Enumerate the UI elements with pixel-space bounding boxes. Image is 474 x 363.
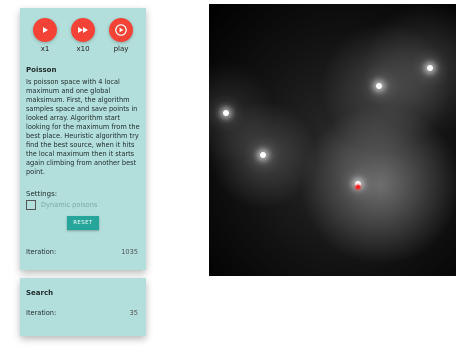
play-icon xyxy=(33,18,57,42)
search-panel: Search Iteration: 35 xyxy=(20,278,146,336)
step-x10-label: x10 xyxy=(76,45,90,53)
iteration-value: 1035 xyxy=(121,248,138,256)
step-x1-button[interactable]: x1 xyxy=(25,18,65,53)
search-iteration-value: 35 xyxy=(129,309,138,317)
dynamic-poisons-label[interactable]: Dynamic poisons xyxy=(41,201,97,209)
search-iteration-label: Iteration: xyxy=(26,309,57,317)
local-maximum-peak xyxy=(427,64,434,71)
settings-label: Settings: xyxy=(26,190,58,198)
algorithm-description: Is poisson space with 4 local maximum an… xyxy=(26,78,140,176)
poisson-space-canvas[interactable] xyxy=(209,4,456,276)
reset-button[interactable]: RESET xyxy=(67,216,99,230)
dynamic-poisons-checkbox[interactable] xyxy=(26,200,36,210)
iteration-label: Iteration: xyxy=(26,248,57,256)
local-maximum-peak xyxy=(375,82,382,89)
step-x1-label: x1 xyxy=(40,45,50,53)
panel-title: Poisson xyxy=(26,66,57,74)
local-maximum-peak xyxy=(223,110,230,117)
play-circle-icon xyxy=(109,18,133,42)
search-title: Search xyxy=(26,289,54,297)
speed-controls: x1 x10 play xyxy=(20,18,146,62)
local-maximum-peak xyxy=(260,151,267,158)
control-panel: x1 x10 play Poisson Is poisson space wit… xyxy=(20,8,146,270)
play-button[interactable]: play xyxy=(101,18,141,53)
play-label: play xyxy=(113,45,129,53)
search-position-marker xyxy=(355,185,360,190)
step-x10-button[interactable]: x10 xyxy=(63,18,103,53)
fast-forward-icon xyxy=(71,18,95,42)
